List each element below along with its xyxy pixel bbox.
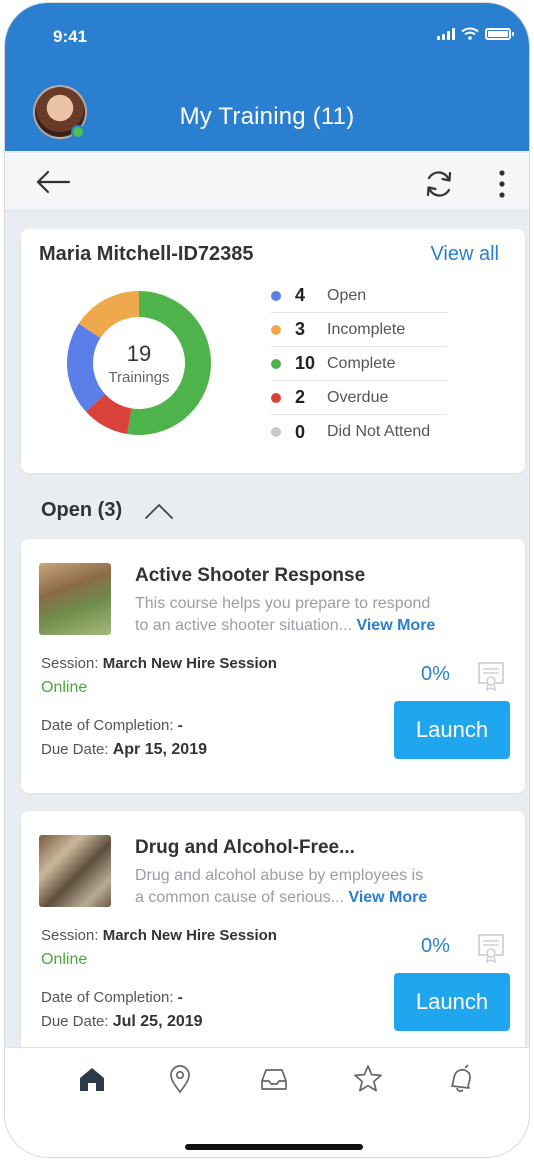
- chevron-up-icon[interactable]: [144, 502, 174, 520]
- date-of-completion: Date of Completion: -: [41, 717, 183, 734]
- legend-item-overdue[interactable]: 2 Overdue: [271, 381, 447, 415]
- wifi-icon: [461, 27, 479, 40]
- section-title: Open (3): [41, 499, 123, 521]
- legend-item-did-not-attend[interactable]: 0 Did Not Attend: [271, 415, 447, 449]
- session-info: Session: March New Hire Session: [41, 655, 277, 672]
- description-line: to an active shooter situation...: [135, 617, 353, 634]
- user-name: Maria Mitchell-ID72385: [39, 243, 254, 265]
- signal-icon: [437, 27, 455, 40]
- due-date: Due Date: Jul 25, 2019: [41, 1013, 203, 1031]
- home-icon[interactable]: [75, 1062, 109, 1096]
- toolbar: [5, 153, 529, 211]
- battery-icon: [485, 27, 514, 40]
- legend-label: Open: [327, 286, 367, 304]
- legend-count: 0: [295, 421, 306, 442]
- bell-icon[interactable]: [443, 1062, 477, 1096]
- training-summary-card: Maria Mitchell-ID72385 View all 19 Train…: [21, 229, 525, 473]
- course-thumbnail: [39, 563, 111, 635]
- complete-dot: [271, 358, 281, 369]
- incomplete-dot: [271, 324, 281, 335]
- view-all-link[interactable]: View all: [430, 243, 499, 266]
- page-title: My Training (11): [179, 103, 355, 130]
- certificate-icon[interactable]: [477, 933, 505, 963]
- due-value: Jul 25, 2019: [112, 1013, 203, 1030]
- progress-percent: 0%: [421, 935, 450, 957]
- date-of-completion: Date of Completion: -: [41, 989, 183, 1006]
- due-value: Apr 15, 2019: [112, 741, 207, 758]
- launch-button[interactable]: Launch: [394, 973, 510, 1031]
- legend-label: Incomplete: [327, 320, 406, 338]
- legend-label: Did Not Attend: [327, 423, 431, 440]
- status-legend: 4 Open 3 Incomplete 10 Complete 2 Overdu…: [271, 279, 447, 449]
- app-header: 9:41 My Training (11): [5, 3, 529, 151]
- home-indicator: [185, 1144, 363, 1150]
- inbox-icon[interactable]: [257, 1062, 291, 1096]
- delivery-mode: Online: [41, 951, 88, 968]
- course-thumbnail: [39, 835, 111, 907]
- completion-label: Date of Completion:: [41, 717, 174, 734]
- donut-total-label: Trainings: [108, 368, 170, 386]
- legend-label: Complete: [327, 354, 396, 372]
- session-label: Session:: [41, 927, 99, 944]
- due-date: Due Date: Apr 15, 2019: [41, 741, 207, 759]
- status-icons: [437, 27, 514, 40]
- delivery-mode: Online: [41, 679, 88, 696]
- view-more-link[interactable]: View More: [356, 617, 435, 634]
- phone-screen: 9:41 My Training (11) Maria Mitchell-ID7…: [4, 2, 530, 1158]
- did-not-attend-dot: [271, 427, 281, 437]
- donut-center: 19 Trainings: [59, 283, 219, 443]
- due-label: Due Date:: [41, 1013, 109, 1030]
- certificate-icon[interactable]: [477, 661, 505, 691]
- legend-item-incomplete[interactable]: 3 Incomplete: [271, 313, 447, 347]
- course-description: Drug and alcohol abuse by employees is a…: [135, 865, 465, 909]
- completion-value: -: [177, 717, 183, 734]
- course-title: Active Shooter Response: [135, 565, 366, 586]
- completion-label: Date of Completion:: [41, 989, 174, 1006]
- legend-count: 2: [295, 387, 306, 407]
- due-label: Due Date:: [41, 741, 109, 758]
- course-description: This course helps you prepare to respond…: [135, 593, 465, 637]
- open-dot: [271, 290, 281, 301]
- legend-count: 4: [295, 285, 306, 305]
- back-arrow-icon[interactable]: [35, 169, 71, 195]
- legend-label: Overdue: [327, 388, 389, 406]
- legend-item-complete[interactable]: 10 Complete: [271, 347, 447, 381]
- overdue-dot: [271, 392, 281, 403]
- session-info: Session: March New Hire Session: [41, 927, 277, 944]
- course-card[interactable]: Active Shooter Response This course help…: [21, 539, 525, 793]
- session-name: March New Hire Session: [102, 655, 277, 672]
- star-icon[interactable]: [351, 1062, 385, 1096]
- course-card[interactable]: Drug and Alcohol-Free... Drug and alcoho…: [21, 811, 525, 1065]
- legend-count: 10: [295, 353, 316, 373]
- donut-total: 19: [126, 340, 152, 366]
- description-line: Drug and alcohol abuse by employees is: [135, 867, 424, 884]
- completion-value: -: [177, 989, 183, 1006]
- session-label: Session:: [41, 655, 99, 672]
- view-more-link[interactable]: View More: [348, 889, 427, 906]
- location-pin-icon[interactable]: [163, 1062, 197, 1096]
- refresh-icon[interactable]: [423, 168, 455, 200]
- open-section-header[interactable]: Open (3): [41, 499, 174, 522]
- description-line: a common cause of serious...: [135, 889, 344, 906]
- session-name: March New Hire Session: [102, 927, 277, 944]
- course-title: Drug and Alcohol-Free...: [135, 837, 355, 858]
- launch-button[interactable]: Launch: [394, 701, 510, 759]
- status-time: 9:41: [53, 27, 88, 46]
- more-vertical-icon[interactable]: [497, 168, 507, 200]
- bottom-tab-bar: [5, 1047, 529, 1157]
- description-line: This course helps you prepare to respond: [135, 595, 431, 612]
- progress-percent: 0%: [421, 663, 450, 685]
- legend-count: 3: [295, 319, 306, 339]
- legend-item-open[interactable]: 4 Open: [271, 279, 447, 313]
